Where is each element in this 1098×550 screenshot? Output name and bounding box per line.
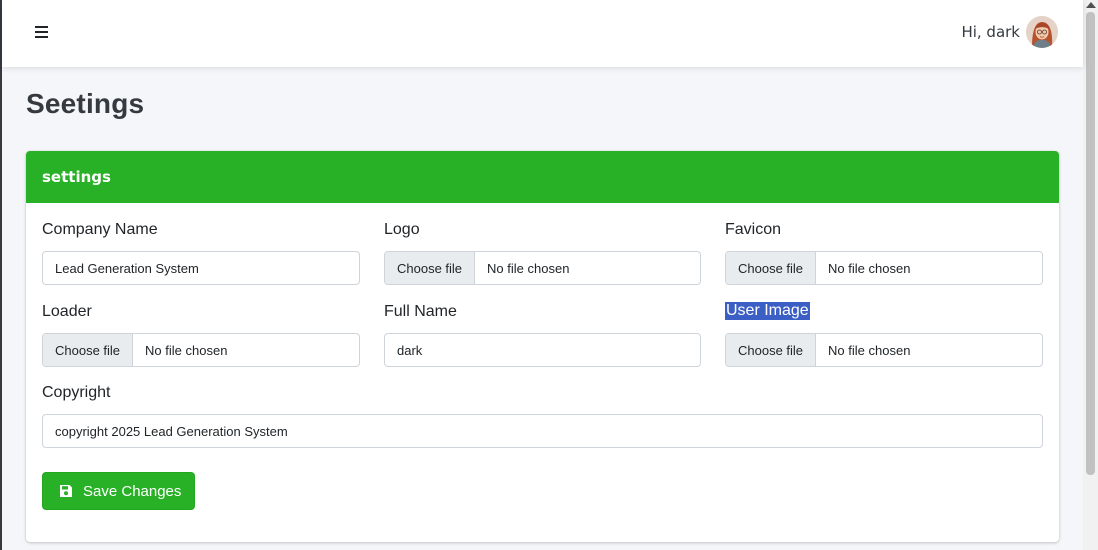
full-name-input[interactable]: dark	[384, 333, 701, 367]
user-menu[interactable]: Hi, dark	[961, 16, 1058, 48]
user-image-label: User Image	[725, 302, 810, 320]
hamburger-menu-icon[interactable]	[32, 22, 52, 42]
user-image-file-status: No file chosen	[828, 342, 911, 358]
user-image-choose-file-button[interactable]: Choose file	[726, 334, 817, 366]
full-name-label: Full Name	[384, 303, 457, 320]
floppy-disk-icon	[60, 485, 72, 497]
logo-file-status: No file chosen	[487, 260, 570, 276]
logo-label: Logo	[384, 221, 420, 238]
page-scrollbar[interactable]	[1083, 0, 1098, 550]
favicon-file-input[interactable]: Choose file No file chosen	[725, 251, 1043, 285]
logo-choose-file-button[interactable]: Choose file	[385, 252, 476, 284]
page-title: Seetings	[26, 88, 145, 119]
sidebar-edge	[0, 0, 2, 550]
company-name-input[interactable]: Lead Generation System	[42, 251, 360, 285]
loader-label: Loader	[42, 303, 92, 320]
user-avatar	[1026, 16, 1058, 48]
loader-file-input[interactable]: Choose file No file chosen	[42, 333, 360, 367]
settings-card: settings Company Name Lead Generation Sy…	[26, 151, 1059, 542]
scroll-up-arrow-icon[interactable]	[1086, 2, 1096, 8]
loader-choose-file-button[interactable]: Choose file	[43, 334, 134, 366]
top-navbar: Hi, dark	[2, 0, 1083, 67]
logo-file-input[interactable]: Choose file No file chosen	[384, 251, 701, 285]
save-changes-button[interactable]: Save Changes	[42, 472, 195, 510]
favicon-label: Favicon	[725, 221, 782, 238]
scrollbar-thumb[interactable]	[1086, 12, 1095, 475]
save-changes-label: Save Changes	[83, 482, 182, 500]
company-name-label: Company Name	[42, 221, 158, 238]
copyright-input[interactable]: copyright 2025 Lead Generation System	[42, 414, 1043, 448]
favicon-choose-file-button[interactable]: Choose file	[726, 252, 817, 284]
card-header: settings	[26, 151, 1059, 203]
copyright-label: Copyright	[42, 384, 111, 401]
user-greeting: Hi, dark	[961, 23, 1020, 41]
loader-file-status: No file chosen	[145, 342, 228, 358]
user-image-file-input[interactable]: Choose file No file chosen	[725, 333, 1043, 367]
favicon-file-status: No file chosen	[828, 260, 911, 276]
